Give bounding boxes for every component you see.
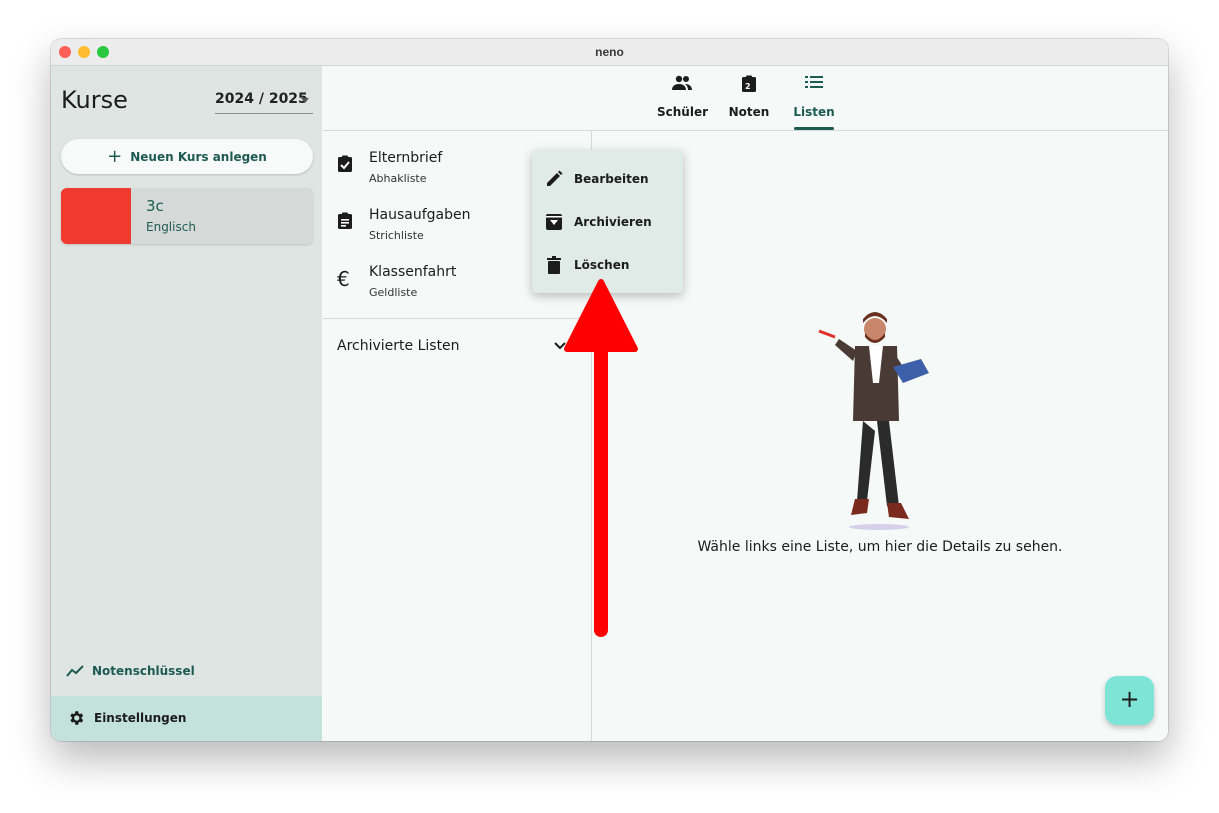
teacher-illustration [818, 312, 929, 530]
list-item-title: Elternbrief [369, 150, 443, 166]
grade-clipboard-icon: 2 [742, 75, 756, 92]
pencil-icon [547, 170, 563, 186]
gear-icon [70, 711, 84, 725]
tab-listen-label: Listen [793, 105, 835, 119]
window-title: neno [595, 45, 624, 59]
new-course-label: Neuen Kurs anlegen [130, 150, 267, 164]
menu-item-label: Archivieren [574, 215, 652, 229]
course-subject: Englisch [146, 220, 196, 234]
course-card[interactable]: 3c Englisch [61, 188, 313, 244]
svg-text:€: € [337, 269, 350, 289]
trash-icon [547, 256, 561, 274]
close-window-button[interactable] [59, 46, 71, 58]
menu-item-label: Bearbeiten [574, 172, 649, 186]
clipboard-text-icon [338, 212, 352, 229]
course-color-swatch [61, 188, 131, 244]
add-list-fab[interactable]: + [1105, 676, 1154, 725]
zoom-window-button[interactable] [97, 46, 109, 58]
chevron-down-icon[interactable] [553, 339, 567, 353]
list-item-title: Klassenfahrt [369, 264, 457, 280]
sidebar-title: Kurse [61, 86, 128, 114]
archive-icon [546, 214, 562, 230]
tab-noten[interactable]: 2 Noten [727, 66, 771, 130]
grade-key-label: Notenschlüssel [92, 664, 195, 678]
title-bar: neno [51, 39, 1168, 66]
list-icon [805, 76, 823, 88]
archived-lists-toggle[interactable]: Archivierte Listen [337, 338, 460, 354]
grade-key-link[interactable]: Notenschlüssel [66, 664, 195, 678]
tab-listen[interactable]: Listen [792, 66, 836, 130]
menu-item-archivieren[interactable]: Archivieren [532, 200, 683, 243]
tab-schueler[interactable]: Schüler [657, 66, 709, 130]
sidebar: Kurse 2024 / 2025 + Neuen Kurs anlegen 3c… [51, 66, 322, 741]
empty-state-message: Wähle links eine Liste, um hier die Deta… [697, 539, 1063, 555]
list-item-subtitle: Strichliste [369, 229, 424, 242]
new-course-button[interactable]: + Neuen Kurs anlegen [61, 139, 313, 174]
caret-down-icon [301, 98, 309, 103]
trend-line-icon [66, 665, 84, 677]
settings-label: Einstellungen [94, 711, 187, 725]
clipboard-check-icon [338, 155, 352, 172]
app-window: neno Kurse 2024 / 2025 + Neuen Kurs anleg… [51, 39, 1168, 741]
euro-icon: € [337, 269, 350, 289]
course-name: 3c [146, 197, 164, 215]
list-divider [323, 318, 591, 319]
list-item-subtitle: Geldliste [369, 286, 418, 299]
tab-noten-label: Noten [728, 105, 770, 119]
menu-item-bearbeiten[interactable]: Bearbeiten [532, 157, 683, 200]
menu-item-loeschen[interactable]: Löschen [532, 243, 683, 286]
people-icon [672, 75, 692, 90]
plus-icon: + [107, 146, 123, 167]
list-item-title: Hausaufgaben [369, 207, 471, 223]
svg-text:2: 2 [745, 82, 751, 91]
school-year-select[interactable]: 2024 / 2025 [215, 91, 313, 114]
minimize-window-button[interactable] [78, 46, 90, 58]
menu-item-label: Löschen [574, 258, 630, 272]
list-item-subtitle: Abhakliste [369, 172, 427, 185]
school-year-value: 2024 / 2025 [215, 91, 308, 107]
top-tab-bar: Schüler 2 Noten Listen [323, 66, 1168, 131]
list-context-menu: Bearbeiten Archivieren Löschen [532, 150, 683, 293]
tab-schueler-label: Schüler [657, 105, 709, 119]
active-tab-indicator [794, 127, 834, 130]
settings-button[interactable]: Einstellungen [51, 696, 322, 741]
